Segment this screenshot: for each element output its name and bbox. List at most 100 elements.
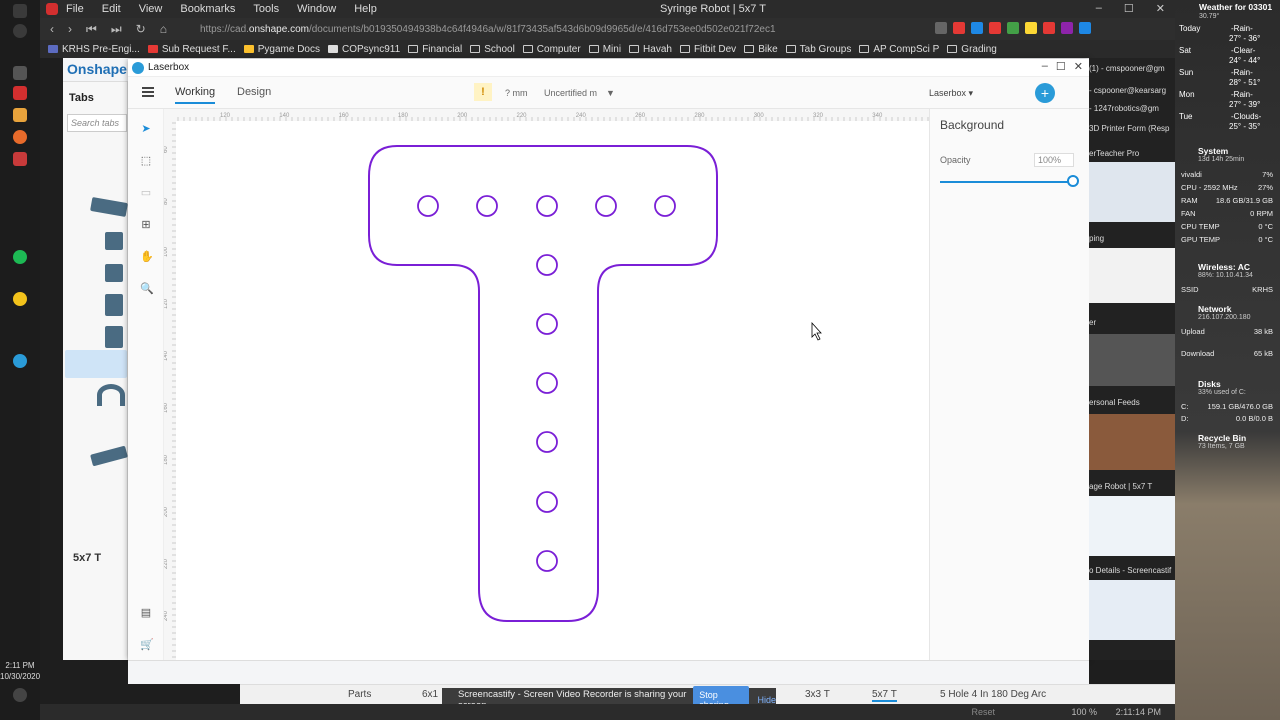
extension-icon[interactable]	[1025, 22, 1037, 34]
close-icon[interactable]: ✕	[1156, 2, 1165, 15]
warning-icon[interactable]: !	[474, 83, 492, 101]
add-button[interactable]: +	[1035, 83, 1055, 103]
maximize-icon[interactable]: ☐	[1124, 2, 1134, 15]
part-thumbnail[interactable]	[105, 326, 123, 348]
select-area-tool-icon[interactable]: ⬚	[140, 155, 152, 167]
chevron-down-icon[interactable]: ▼	[606, 88, 615, 98]
preview-title[interactable]: erTeacher Pro	[1089, 149, 1175, 158]
notes-tool-icon[interactable]: ▤	[140, 607, 152, 619]
menu-window[interactable]: Window	[297, 3, 336, 15]
windows-start-icon[interactable]	[13, 4, 27, 18]
bookmark-folder[interactable]: Financial	[408, 44, 462, 55]
bookmark-folder[interactable]: Tab Groups	[785, 44, 851, 55]
part-thumbnail[interactable]	[90, 445, 128, 467]
vivaldi-icon[interactable]	[13, 86, 27, 100]
part-thumbnail[interactable]	[105, 264, 123, 282]
menu-help[interactable]: Help	[354, 3, 377, 15]
rewind-icon[interactable]: ⏮	[86, 22, 97, 37]
preview-title[interactable]: ping	[1089, 234, 1175, 243]
bookmark-item[interactable]: Sub Request F...	[147, 44, 236, 55]
tab-3x3-t[interactable]: 3x3 T	[805, 689, 830, 700]
preview-thumbnail[interactable]	[1089, 162, 1175, 222]
opacity-slider[interactable]	[940, 181, 1072, 183]
home-icon[interactable]: ⌂	[160, 22, 167, 37]
tab-parts[interactable]: Parts	[348, 689, 371, 700]
bookmark-icon[interactable]	[935, 22, 947, 34]
image-tool-icon[interactable]: ▭	[140, 187, 152, 199]
design-canvas[interactable]: 120140160180200220240260280300320340360 …	[164, 109, 929, 660]
bookmark-folder[interactable]: Computer	[522, 44, 581, 55]
tab-5x7-t[interactable]: 5x7 T	[872, 689, 897, 702]
settings-icon[interactable]	[13, 688, 27, 702]
app-icon[interactable]	[13, 152, 27, 166]
preview-title[interactable]: age Robot | 5x7 T	[1089, 482, 1175, 491]
url-field[interactable]: https://cad.onshape.com/documents/b01935…	[200, 24, 776, 35]
add-shape-tool-icon[interactable]: ⊞	[140, 219, 152, 231]
tab-working[interactable]: Working	[175, 86, 216, 104]
preview-title[interactable]: ersonal Feeds	[1089, 398, 1175, 407]
minimize-icon[interactable]: –	[1042, 60, 1048, 73]
preview-thumbnail[interactable]	[1089, 496, 1175, 556]
preview-thumbnail[interactable]	[1089, 414, 1175, 470]
bookmark-folder[interactable]: Mini	[588, 44, 621, 55]
extension-icon[interactable]	[989, 22, 1001, 34]
bookmark-folder[interactable]: Fitbit Dev	[679, 44, 736, 55]
reset-zoom-button[interactable]: Reset	[971, 707, 995, 717]
opacity-input[interactable]: 100%	[1034, 153, 1074, 167]
bookmark-item[interactable]: KRHS Pre-Engi...	[48, 44, 140, 55]
material-select[interactable]: Uncertified m	[544, 88, 597, 98]
recycle-bin-title[interactable]: Recycle Bin	[1198, 433, 1246, 443]
project-select[interactable]: Laserbox ▾	[929, 88, 973, 99]
extension-icon[interactable]	[1007, 22, 1019, 34]
opacity-slider-handle[interactable]	[1067, 175, 1079, 187]
thickness-select[interactable]: ? mm	[505, 88, 528, 98]
minimize-icon[interactable]: –	[1096, 2, 1102, 15]
part-thumbnail[interactable]	[105, 294, 123, 316]
preview-thumbnail[interactable]	[1089, 334, 1175, 386]
bookmarks-panel-icon[interactable]	[13, 66, 27, 80]
vivaldi-menu-icon[interactable]	[46, 3, 58, 15]
onshape-app-icon[interactable]	[13, 354, 27, 368]
forward-icon[interactable]: ›	[68, 22, 72, 37]
preview-thumbnail[interactable]	[1089, 248, 1175, 303]
preview-title[interactable]: er	[1089, 318, 1175, 327]
cart-icon[interactable]: 🛒	[140, 639, 154, 651]
zoom-tool-icon[interactable]: 🔍	[140, 283, 154, 295]
firefox-icon[interactable]	[13, 130, 27, 144]
chrome-icon[interactable]	[13, 292, 27, 306]
preview-title[interactable]: - 1247robotics@gm	[1089, 104, 1175, 113]
pointer-tool-icon[interactable]: ➤	[140, 123, 152, 135]
preview-title[interactable]: 3D Printer Form (Resp	[1089, 124, 1175, 133]
zoom-level[interactable]: 100 %	[1071, 707, 1097, 717]
preview-title[interactable]: (1) - cmspooner@gm	[1089, 64, 1175, 73]
preview-thumbnail[interactable]	[1089, 580, 1175, 640]
active-tab-label[interactable]: 5x7 T	[73, 552, 101, 564]
menu-view[interactable]: View	[139, 3, 163, 15]
reload-icon[interactable]: ↻	[136, 22, 146, 37]
bookmark-folder[interactable]: Grading	[947, 44, 997, 55]
fast-forward-icon[interactable]: ⏭	[111, 22, 122, 37]
extension-icon[interactable]	[953, 22, 965, 34]
preview-title[interactable]: o Details - Screencastif	[1089, 566, 1175, 575]
t-plate-part[interactable]	[368, 145, 822, 622]
bookmark-item[interactable]: Pygame Docs	[243, 44, 320, 55]
bookmark-folder[interactable]: Havah	[629, 44, 672, 55]
bookmark-folder[interactable]: AP CompSci P	[859, 44, 939, 55]
bookmark-item[interactable]: COPsync911	[328, 44, 400, 55]
onshape-logo[interactable]: Onshape	[67, 61, 127, 77]
menu-edit[interactable]: Edit	[102, 3, 121, 15]
hamburger-menu-icon[interactable]	[142, 87, 154, 97]
menu-tools[interactable]: Tools	[253, 3, 279, 15]
pan-hand-icon[interactable]: ✋	[140, 251, 154, 263]
maximize-icon[interactable]: ☐	[1056, 60, 1066, 73]
extension-icon[interactable]	[1043, 22, 1055, 34]
tab-5-hole-arc[interactable]: 5 Hole 4 In 180 Deg Arc	[940, 689, 1046, 700]
menu-bookmarks[interactable]: Bookmarks	[180, 3, 235, 15]
preview-title[interactable]: - cspooner@kearsarg	[1089, 86, 1175, 95]
close-icon[interactable]: ✕	[1074, 60, 1083, 73]
extension-icon[interactable]	[1061, 22, 1073, 34]
menu-file[interactable]: File	[66, 3, 84, 15]
part-thumbnail[interactable]	[105, 232, 123, 250]
bookmark-folder[interactable]: School	[470, 44, 515, 55]
tab-6x1[interactable]: 6x1	[422, 689, 438, 700]
